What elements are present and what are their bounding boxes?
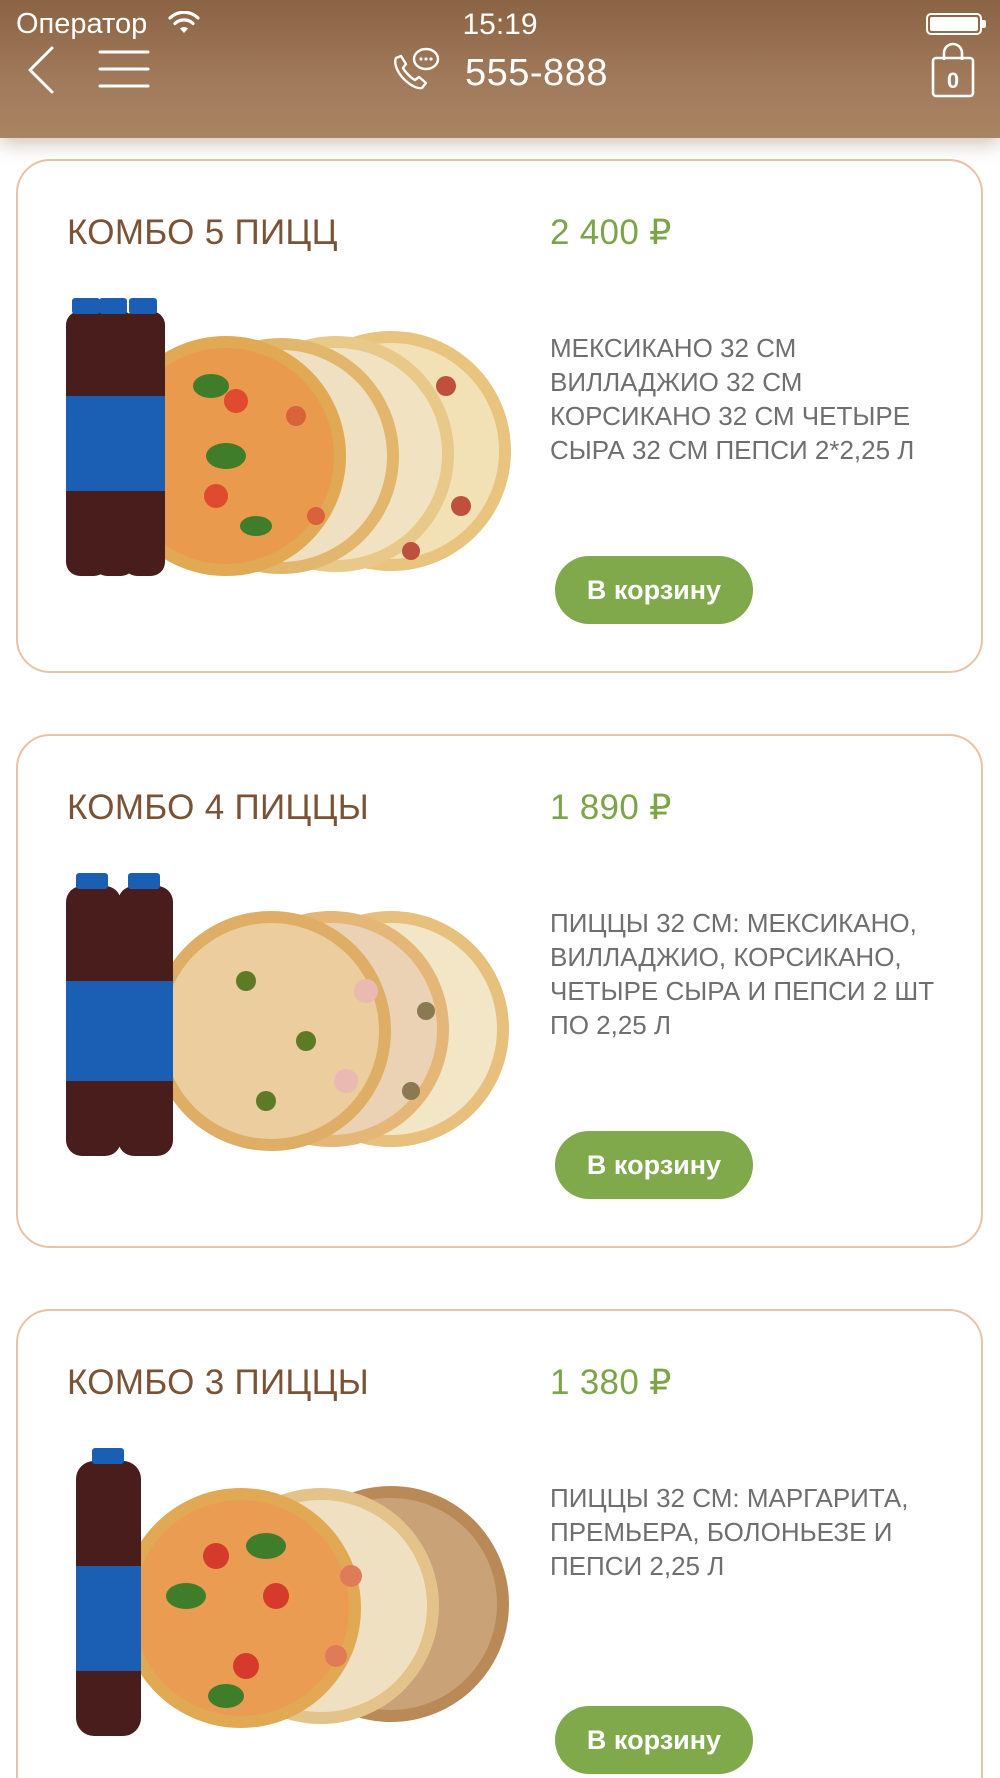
add-to-cart-button[interactable]: В корзину xyxy=(555,556,753,624)
product-card: КОМБО 3 ПИЦЦЫ 1 380 ₽ ПИЦЦЫ 32 СМ: МАРГА… xyxy=(16,1309,983,1778)
back-icon[interactable] xyxy=(24,44,60,96)
battery-icon xyxy=(926,13,986,35)
menu-icon[interactable] xyxy=(98,48,150,90)
add-to-cart-button[interactable]: В корзину xyxy=(555,1706,753,1774)
product-price: 2 400 ₽ xyxy=(550,213,672,252)
status-time: 15:19 xyxy=(462,8,538,41)
product-title: КОМБО 3 ПИЦЦЫ xyxy=(67,1363,370,1402)
product-price: 1 890 ₽ xyxy=(550,788,672,827)
add-to-cart-button[interactable]: В корзину xyxy=(555,1131,753,1199)
product-title: КОМБО 5 ПИЦЦ xyxy=(67,213,338,252)
product-card: КОМБО 5 ПИЦЦ 2 400 ₽ МЕКСИКАНО 32 СМ ВИЛ… xyxy=(16,159,983,673)
product-image xyxy=(66,873,509,1156)
phone-icon[interactable] xyxy=(390,46,442,94)
product-image xyxy=(76,1448,509,1736)
product-description: ПИЦЦЫ 32 СМ: МАРГАРИТА, ПРЕМЬЕРА, БОЛОНЬ… xyxy=(550,1483,909,1581)
product-description: ПИЦЦЫ 32 СМ: МЕКСИКАНО, ВИЛЛАДЖИО, КОРСИ… xyxy=(550,908,935,1040)
app-header: Оператор 15:19 555-888 0 xyxy=(0,0,1000,138)
cart-count-badge: 0 xyxy=(946,68,960,93)
product-description: МЕКСИКАНО 32 СМ ВИЛЛАДЖИО 32 СМ КОРСИКАН… xyxy=(550,333,915,465)
product-card: КОМБО 4 ПИЦЦЫ 1 890 ₽ ПИЦЦЫ 32 СМ: МЕКСИ… xyxy=(16,734,983,1248)
product-image xyxy=(66,298,511,576)
product-price: 1 380 ₽ xyxy=(550,1363,672,1402)
product-title: КОМБО 4 ПИЦЦЫ xyxy=(67,788,370,827)
phone-number[interactable]: 555-888 xyxy=(465,52,608,95)
